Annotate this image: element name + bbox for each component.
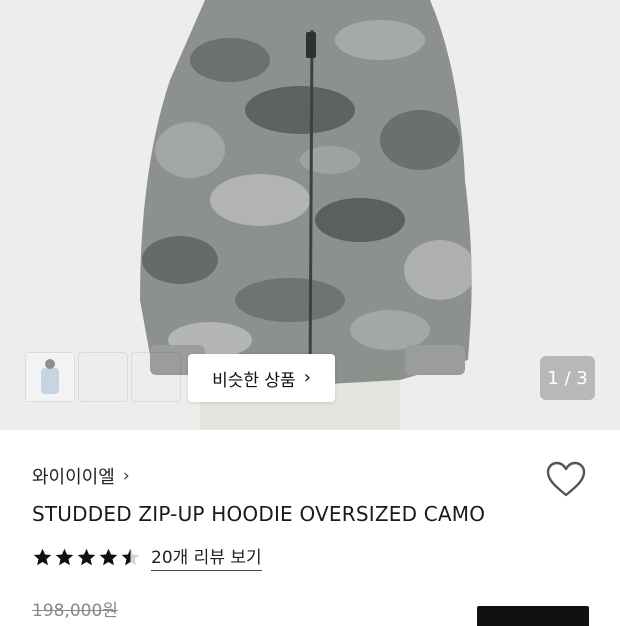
brand-link[interactable]: 와이이이엘 ›: [32, 463, 130, 489]
star-rating: [32, 547, 141, 568]
product-title: STUDDED ZIP-UP HOODIE OVERSIZED CAMO: [32, 502, 486, 526]
star-half-icon: [121, 548, 140, 565]
buy-button[interactable]: [477, 606, 589, 626]
chevron-right-icon: ›: [122, 466, 130, 486]
review-link[interactable]: 20개 리뷰 보기: [151, 543, 262, 571]
chevron-right-icon: ›: [303, 367, 311, 388]
rating-row: 20개 리뷰 보기: [32, 543, 262, 571]
star-icon: [33, 548, 52, 565]
brand-name: 와이이이엘: [32, 467, 115, 488]
heart-outline-icon: [546, 461, 586, 497]
star-icon: [99, 548, 118, 565]
product-info: 와이이이엘 › STUDDED ZIP-UP HOODIE OVERSIZED …: [0, 430, 620, 626]
page-counter-text: 1 / 3: [547, 367, 588, 389]
star-icon: [77, 548, 96, 565]
thumbnail-2[interactable]: [26, 353, 127, 401]
product-image-gallery[interactable]: 비슷한 상품 › 1 / 3: [0, 0, 620, 430]
wishlist-button[interactable]: [545, 460, 587, 498]
thumbnail-strip: [26, 353, 180, 401]
star-icon: [55, 548, 74, 565]
thumbnail-3[interactable]: [26, 353, 180, 401]
original-price: 198,000원: [32, 601, 118, 621]
similar-products-button[interactable]: 비슷한 상품 ›: [188, 354, 335, 402]
similar-products-label: 비슷한 상품: [212, 370, 296, 391]
image-page-counter: 1 / 3: [540, 356, 595, 400]
